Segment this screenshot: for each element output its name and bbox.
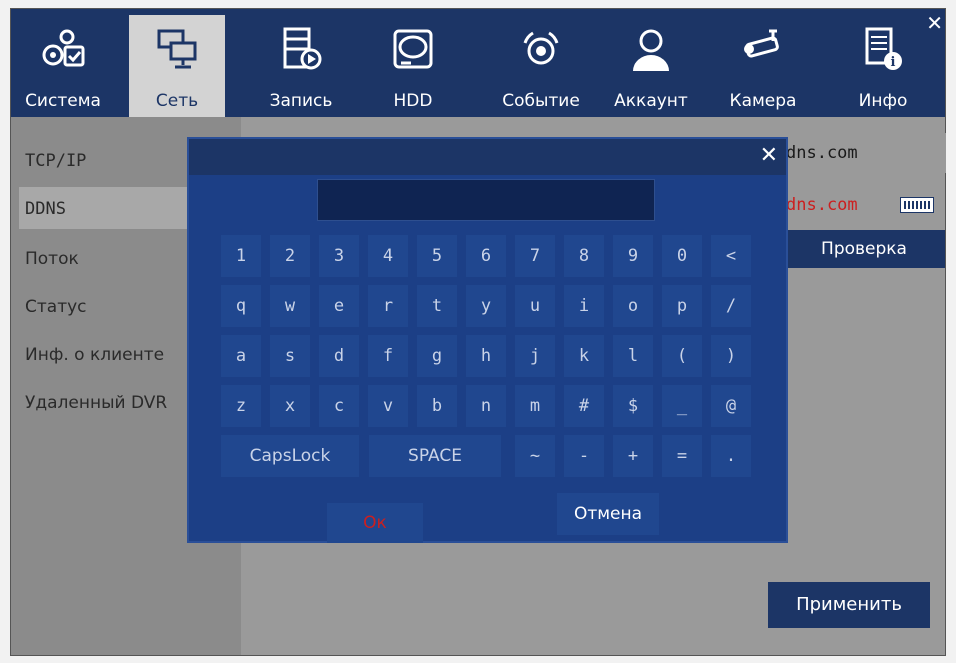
key[interactable]: j: [515, 335, 555, 377]
key[interactable]: n: [466, 385, 506, 427]
key[interactable]: g: [417, 335, 457, 377]
key[interactable]: 8: [564, 235, 604, 277]
key[interactable]: -: [564, 435, 604, 477]
key[interactable]: m: [515, 385, 555, 427]
key[interactable]: h: [466, 335, 506, 377]
tab-camera-label: Камера: [729, 91, 797, 111]
key[interactable]: 2: [270, 235, 310, 277]
tab-hdd-label: HDD: [393, 91, 433, 111]
key[interactable]: k: [564, 335, 604, 377]
svg-text:i: i: [891, 55, 896, 70]
tab-event[interactable]: Событие: [489, 15, 593, 117]
key[interactable]: <: [711, 235, 751, 277]
tab-network[interactable]: Сеть: [129, 15, 225, 117]
gears-check-icon: [42, 29, 85, 67]
ok-button[interactable]: Ок: [327, 503, 423, 543]
key[interactable]: y: [466, 285, 506, 327]
verify-button[interactable]: Проверка: [783, 230, 945, 268]
key[interactable]: /: [711, 285, 751, 327]
key[interactable]: 5: [417, 235, 457, 277]
nav-item-status[interactable]: Статус: [25, 297, 87, 317]
key[interactable]: 3: [319, 235, 359, 277]
alarm-bell-icon: [523, 31, 559, 65]
key[interactable]: 6: [466, 235, 506, 277]
key[interactable]: f: [368, 335, 408, 377]
key[interactable]: _: [662, 385, 702, 427]
key[interactable]: #: [564, 385, 604, 427]
key[interactable]: 1: [221, 235, 261, 277]
dialog-header: ✕: [189, 139, 786, 175]
key[interactable]: 9: [613, 235, 653, 277]
tab-info[interactable]: i Инфо: [839, 15, 927, 117]
key[interactable]: (: [662, 335, 702, 377]
key[interactable]: 4: [368, 235, 408, 277]
key[interactable]: v: [368, 385, 408, 427]
tab-system-label: Система: [25, 91, 101, 111]
key[interactable]: e: [319, 285, 359, 327]
tab-camera[interactable]: Камера: [719, 15, 807, 117]
network-monitors-icon: [157, 29, 197, 69]
key[interactable]: 0: [662, 235, 702, 277]
key[interactable]: i: [564, 285, 604, 327]
host-field-2[interactable]: dns.com: [786, 195, 858, 215]
key[interactable]: w: [270, 285, 310, 327]
key[interactable]: +: [613, 435, 653, 477]
cancel-button[interactable]: Отмена: [557, 493, 659, 535]
dialog-close-icon[interactable]: ✕: [760, 143, 778, 168]
tab-hdd[interactable]: HDD: [369, 15, 457, 117]
key[interactable]: t: [417, 285, 457, 327]
tab-system[interactable]: Система: [19, 15, 107, 117]
tab-account[interactable]: Аккаунт: [605, 15, 697, 117]
key[interactable]: d: [319, 335, 359, 377]
key[interactable]: 7: [515, 235, 555, 277]
key[interactable]: r: [368, 285, 408, 327]
key[interactable]: x: [270, 385, 310, 427]
key[interactable]: u: [515, 285, 555, 327]
ddns-host-fields: dns.com dns.com: [768, 133, 946, 215]
info-document-icon: i: [865, 27, 902, 70]
tab-network-label: Сеть: [155, 91, 199, 111]
tab-record-label: Запись: [269, 91, 333, 111]
close-window-icon[interactable]: ✕: [926, 13, 943, 33]
key[interactable]: c: [319, 385, 359, 427]
keyboard-input-field[interactable]: [317, 179, 655, 221]
key[interactable]: s: [270, 335, 310, 377]
key[interactable]: q: [221, 285, 261, 327]
tab-event-label: Событие: [502, 91, 580, 111]
main-tab-bar: ✕ Система Сеть Запись HDD Событие Аккаун…: [11, 9, 945, 117]
key[interactable]: b: [417, 385, 457, 427]
tab-info-label: Инфо: [858, 91, 908, 111]
key[interactable]: @: [711, 385, 751, 427]
film-record-icon: [283, 27, 322, 70]
key[interactable]: =: [662, 435, 702, 477]
user-account-icon: [633, 29, 669, 71]
nav-item-client-info[interactable]: Инф. о клиенте: [25, 345, 164, 365]
tab-account-label: Аккаунт: [614, 91, 688, 111]
nav-item-ddns[interactable]: DDNS: [25, 199, 66, 219]
key[interactable]: p: [662, 285, 702, 327]
tab-record[interactable]: Запись: [257, 15, 345, 117]
keyboard-icon[interactable]: [900, 197, 934, 213]
capslock-key[interactable]: CapsLock: [221, 435, 359, 477]
apply-button[interactable]: Применить: [768, 582, 930, 628]
key[interactable]: ~: [515, 435, 555, 477]
virtual-keyboard-dialog: ✕ 1 2 3 4 5 6 7 8 9 0 < q w e r t y u i o p / a s d f g h j k l() z x c v b…: [187, 137, 788, 543]
hard-drive-icon: [393, 29, 433, 69]
key[interactable]: a: [221, 335, 261, 377]
key[interactable]: z: [221, 385, 261, 427]
security-camera-icon: [744, 29, 779, 58]
nav-item-tcpip[interactable]: TCP/IP: [25, 151, 86, 171]
space-key[interactable]: SPACE: [369, 435, 501, 477]
host-field-1[interactable]: dns.com: [786, 143, 858, 163]
key[interactable]: .: [711, 435, 751, 477]
key[interactable]: $: [613, 385, 653, 427]
key[interactable]: l: [613, 335, 653, 377]
key[interactable]: o: [613, 285, 653, 327]
key[interactable]: ): [711, 335, 751, 377]
nav-item-remote-dvr[interactable]: Удаленный DVR: [25, 393, 167, 413]
nav-item-stream[interactable]: Поток: [25, 249, 79, 269]
